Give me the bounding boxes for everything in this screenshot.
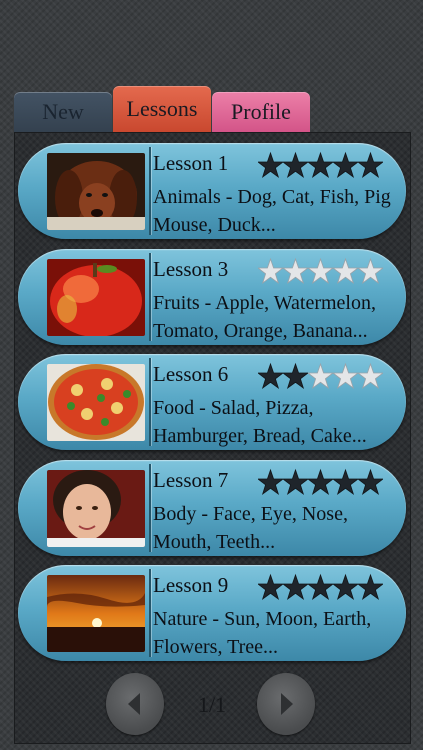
lesson-description: Body - Face, Eye, Nose, Mouth, Teeth... — [153, 503, 348, 553]
rating-stars — [258, 255, 383, 285]
empty-star-icon — [333, 255, 358, 285]
filled-star-icon — [333, 571, 358, 601]
apple-photo — [47, 259, 145, 336]
filled-star-icon — [258, 149, 283, 179]
page-indicator: 1/1 — [197, 692, 227, 717]
rating-stars — [258, 466, 383, 496]
tab-profile[interactable]: Profile — [212, 92, 310, 132]
lesson-description: Fruits - Apple, Watermelon, Tomato, Oran… — [153, 292, 376, 342]
empty-star-icon — [358, 360, 383, 390]
lesson-description: Animals - Dog, Cat, Fish, Pig Mouse, Duc… — [153, 186, 391, 236]
tab-bar: New Lessons Profile — [14, 86, 314, 134]
empty-star-icon — [283, 255, 308, 285]
child-face-photo — [47, 470, 145, 547]
filled-star-icon — [283, 466, 308, 496]
filled-star-icon — [283, 149, 308, 179]
lesson-title: Lesson 9 — [153, 573, 229, 597]
empty-star-icon — [333, 360, 358, 390]
divider — [149, 147, 151, 235]
lesson-item-7[interactable]: Lesson 7 Body - Face, Eye, Nose, Mouth, … — [18, 460, 406, 556]
lesson-title: Lesson 7 — [153, 468, 229, 492]
filled-star-icon — [358, 571, 383, 601]
filled-star-icon — [258, 466, 283, 496]
lesson-item-9[interactable]: Lesson 9 Nature - Sun, Moon, Earth, Flow… — [18, 565, 406, 661]
filled-star-icon — [308, 149, 333, 179]
tab-new[interactable]: New — [14, 92, 112, 132]
divider — [149, 358, 151, 446]
filled-star-icon — [283, 571, 308, 601]
filled-star-icon — [308, 571, 333, 601]
previous-page-button[interactable] — [106, 673, 164, 735]
rating-stars — [258, 571, 383, 601]
filled-star-icon — [358, 149, 383, 179]
lesson-title: Lesson 3 — [153, 257, 229, 281]
sunset-photo — [47, 575, 145, 652]
dog-photo — [47, 153, 145, 230]
filled-star-icon — [283, 360, 308, 390]
tab-lessons[interactable]: Lessons — [113, 86, 211, 132]
rating-stars — [258, 149, 383, 179]
chevron-right-icon — [281, 693, 293, 715]
filled-star-icon — [258, 571, 283, 601]
lesson-item-3[interactable]: Lesson 3 Fruits - Apple, Watermelon, Tom… — [18, 249, 406, 345]
filled-star-icon — [308, 466, 333, 496]
filled-star-icon — [358, 466, 383, 496]
lesson-description: Food - Salad, Pizza, Hamburger, Bread, C… — [153, 397, 367, 447]
lesson-title: Lesson 1 — [153, 151, 229, 175]
lesson-item-6[interactable]: Lesson 6 Food - Salad, Pizza, Hamburger,… — [18, 354, 406, 450]
chevron-left-icon — [128, 693, 140, 715]
lesson-description: Nature - Sun, Moon, Earth, Flowers, Tree… — [153, 608, 372, 658]
rating-stars — [258, 360, 383, 390]
next-page-button[interactable] — [257, 673, 315, 735]
filled-star-icon — [333, 466, 358, 496]
empty-star-icon — [308, 360, 333, 390]
lesson-title: Lesson 6 — [153, 362, 229, 386]
divider — [149, 253, 151, 341]
empty-star-icon — [358, 255, 383, 285]
filled-star-icon — [333, 149, 358, 179]
pizza-photo — [47, 364, 145, 441]
lesson-item-1[interactable]: Lesson 1 Animals - Dog, Cat, Fish, Pig M… — [18, 143, 406, 239]
empty-star-icon — [258, 255, 283, 285]
divider — [149, 464, 151, 552]
empty-star-icon — [308, 255, 333, 285]
filled-star-icon — [258, 360, 283, 390]
divider — [149, 569, 151, 657]
